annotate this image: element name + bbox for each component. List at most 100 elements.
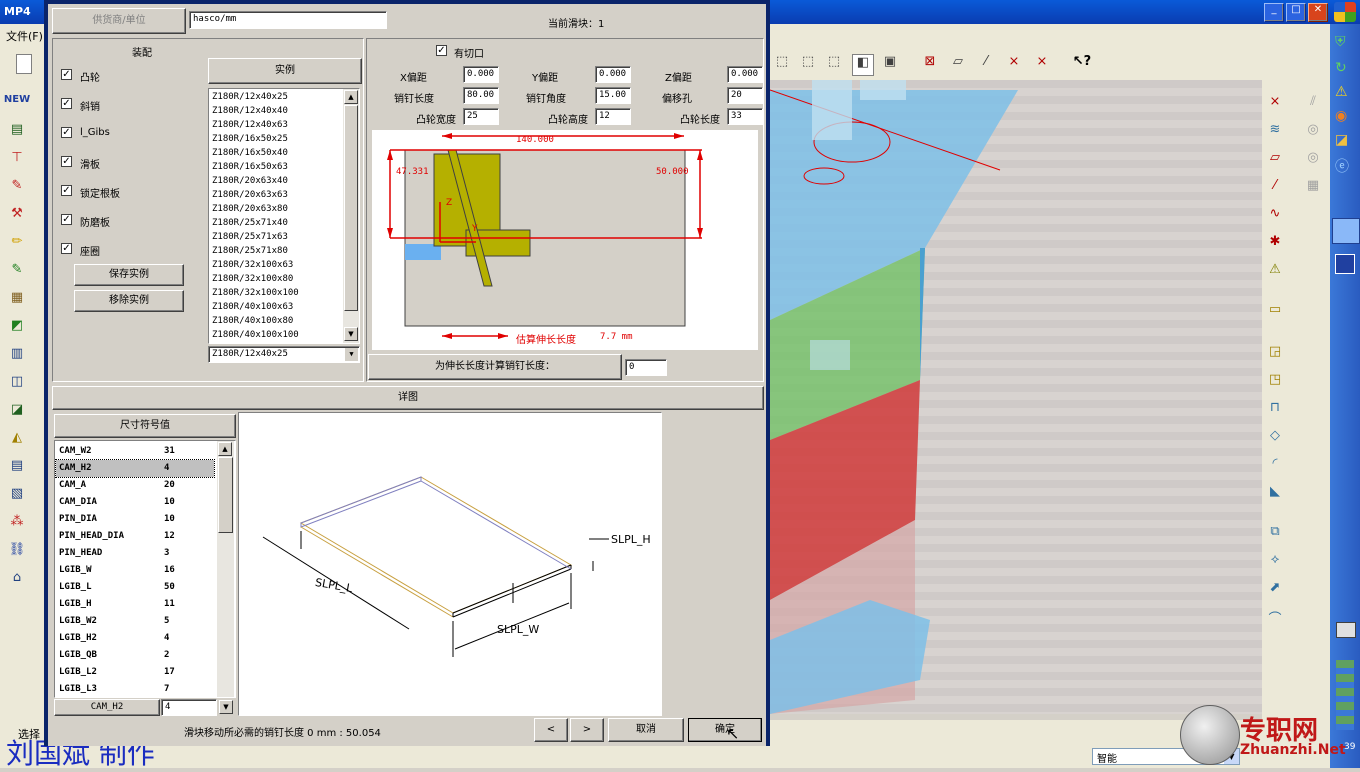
insert-icon[interactable]: ◩	[3, 318, 31, 340]
slide-plate-checkbox[interactable]: ✓	[61, 156, 72, 167]
symbol-row[interactable]: LGIB_QB 2	[56, 647, 214, 664]
pin-length-field[interactable]: 80.00	[463, 87, 499, 104]
chamfer-icon[interactable]: ◣	[1264, 484, 1286, 504]
instance-item[interactable]: Z180R/40x100x63	[209, 300, 342, 314]
instance-item[interactable]: Z180R/16x50x25	[209, 132, 342, 146]
tool-icon[interactable]: ◪	[1335, 132, 1353, 150]
calc-pin-length-button[interactable]: 为伸长长度计算销钉长度：	[368, 354, 622, 380]
scroll-down-icon[interactable]: ▼	[219, 700, 233, 714]
prev-button[interactable]: <	[534, 718, 568, 742]
symbol-row[interactable]: LGIB_L 50	[56, 579, 214, 596]
offset-hole-field[interactable]: 20	[727, 87, 763, 104]
new-page-icon[interactable]	[16, 54, 32, 74]
electrode-icon[interactable]: ◭	[3, 430, 31, 452]
symbol-row[interactable]: PIN_HEAD 3	[56, 545, 214, 562]
bom-icon[interactable]: ▤	[3, 458, 31, 480]
close-button[interactable]: ✕	[1308, 3, 1328, 22]
symbol-row[interactable]: LGIB_W2 5	[56, 613, 214, 630]
symbol-row[interactable]: CAM_DIA 10	[56, 494, 214, 511]
cam-height-field[interactable]: 12	[595, 108, 631, 125]
extrude-icon[interactable]: ▭	[1264, 302, 1286, 322]
keyboard-icon[interactable]	[1336, 622, 1356, 638]
instance-item[interactable]: Z180R/12x40x25	[209, 90, 342, 104]
instance-scrollbar[interactable]: ▲ ▼	[343, 89, 359, 343]
instance-item[interactable]: Z180R/25x71x40	[209, 216, 342, 230]
axis-display-icon[interactable]: ⁄	[976, 54, 996, 74]
gate-icon[interactable]: ✏	[3, 234, 31, 256]
cooling-icon[interactable]: ✎	[3, 262, 31, 284]
sweep-icon[interactable]: ◳	[1264, 372, 1286, 392]
ok-button[interactable]: 确定	[688, 718, 762, 742]
firefox-icon[interactable]: ◉	[1335, 108, 1353, 126]
cam-length-field[interactable]: 33	[727, 108, 763, 125]
cam-width-field[interactable]: 25	[463, 108, 499, 125]
symbol-row[interactable]: CAM_A 20	[56, 477, 214, 494]
analysis-icon[interactable]: ⚠	[1264, 262, 1286, 282]
instance-list[interactable]: Z180R/12x40x25 Z180R/12x40x40 Z180R/12x40x…	[208, 88, 360, 344]
y-offset-field[interactable]: 0.000	[595, 66, 631, 83]
lifter-icon[interactable]: ▦	[3, 290, 31, 312]
sketch-icon[interactable]: ∿	[1264, 206, 1286, 226]
instance-item[interactable]: Z180R/25x71x63	[209, 230, 342, 244]
round-icon[interactable]: ◜	[1264, 456, 1286, 476]
datum-plane-icon[interactable]: ▱	[1264, 150, 1286, 170]
cam-checkbox[interactable]: ✓	[61, 69, 72, 80]
view-iso-icon[interactable]: ⬚	[824, 54, 844, 74]
database-icon[interactable]: ◫	[3, 374, 31, 396]
factory-icon[interactable]: ⌂	[3, 570, 31, 592]
symbol-row[interactable]: CAM_W2 31	[56, 443, 214, 460]
csys-icon[interactable]: ✱	[1264, 234, 1286, 254]
warning-icon[interactable]: ⚠	[1335, 84, 1353, 102]
revolve-icon[interactable]: ◲	[1264, 344, 1286, 364]
symbol-row[interactable]: LGIB_H2 4	[56, 630, 214, 647]
shield-icon[interactable]: ⛨	[1335, 34, 1353, 52]
hole-icon[interactable]: ⊓	[1264, 400, 1286, 420]
z-offset-field[interactable]: 0.000	[727, 66, 763, 83]
instance-item[interactable]: Z180R/20x63x63	[209, 188, 342, 202]
pattern-icon[interactable]: ⬈	[1264, 580, 1286, 600]
ejector-pin-icon[interactable]: ⊤	[3, 150, 31, 172]
datum-point-icon[interactable]: ⨯	[1264, 94, 1286, 114]
symbol-row[interactable]: LGIB_L3 7	[56, 681, 214, 698]
mold-base-icon[interactable]: ▤	[3, 122, 31, 144]
remove-instance-button[interactable]: 移除实例	[74, 290, 184, 312]
next-button[interactable]: >	[570, 718, 604, 742]
drawing-icon[interactable]: ▧	[3, 486, 31, 508]
symbol-row[interactable]: LGIB_H 11	[56, 596, 214, 613]
instance-item[interactable]: Z180R/32x100x63	[209, 258, 342, 272]
supplier-button[interactable]: 供货商/单位	[52, 8, 186, 34]
instance-item[interactable]: Z180R/40x100x80	[209, 314, 342, 328]
instance-item[interactable]: Z180R/20x63x80	[209, 202, 342, 216]
supplier-field[interactable]: hasco/mm	[189, 11, 387, 29]
save-instance-button[interactable]: 保存实例	[74, 264, 184, 286]
pin-angle-field[interactable]: 15.00	[595, 87, 631, 104]
scroll-thumb[interactable]	[344, 105, 358, 311]
cancel-button[interactable]: 取消	[608, 718, 684, 742]
seat-ring-checkbox[interactable]: ✓	[61, 243, 72, 254]
symbol-table[interactable]: CAM_W2 31 CAM_H2 4 CAM_A 20 CAM_DIA 10 PIN_DIA 10…	[54, 440, 236, 698]
detail-header[interactable]: 详图	[52, 386, 764, 410]
instance-item[interactable]: Z180R/16x50x63	[209, 160, 342, 174]
instance-item[interactable]: Z180R/16x50x40	[209, 146, 342, 160]
refresh-icon[interactable]: ↻	[1335, 60, 1353, 78]
datum-plane-grey-icon[interactable]: ⫽	[1302, 94, 1324, 114]
view-box-icon[interactable]: ⬚	[772, 54, 792, 74]
x-offset-field[interactable]: 0.000	[463, 66, 499, 83]
edit-symbol-value[interactable]: 4	[161, 699, 217, 716]
symbol-header[interactable]: 尺寸符号值	[54, 414, 236, 438]
wear-plate-checkbox[interactable]: ✓	[61, 214, 72, 225]
instance-combo[interactable]: Z180R/12x40x25 ▼	[208, 346, 360, 363]
datum-axis-grey-icon[interactable]: ◎	[1302, 122, 1324, 142]
symbol-scrollbar[interactable]: ▲	[217, 441, 234, 697]
scroll-up-icon[interactable]: ▲	[344, 90, 358, 104]
component-icon[interactable]: ▥	[3, 346, 31, 368]
3d-viewport[interactable]	[770, 80, 1262, 714]
instance-button[interactable]: 实例	[208, 58, 362, 84]
instance-item[interactable]: Z180R/25x71x80	[209, 244, 342, 258]
chevron-down-icon[interactable]: ▼	[345, 348, 358, 361]
symbol-row[interactable]: PIN_HEAD_DIA 12	[56, 528, 214, 545]
datum-axis-icon[interactable]: ⁄	[1264, 178, 1286, 198]
symbol-row[interactable]: CAM_H2 4	[55, 459, 215, 478]
shaded-view-icon[interactable]: ◧	[852, 54, 874, 76]
csys-display-icon[interactable]: ⨯	[1004, 54, 1024, 74]
